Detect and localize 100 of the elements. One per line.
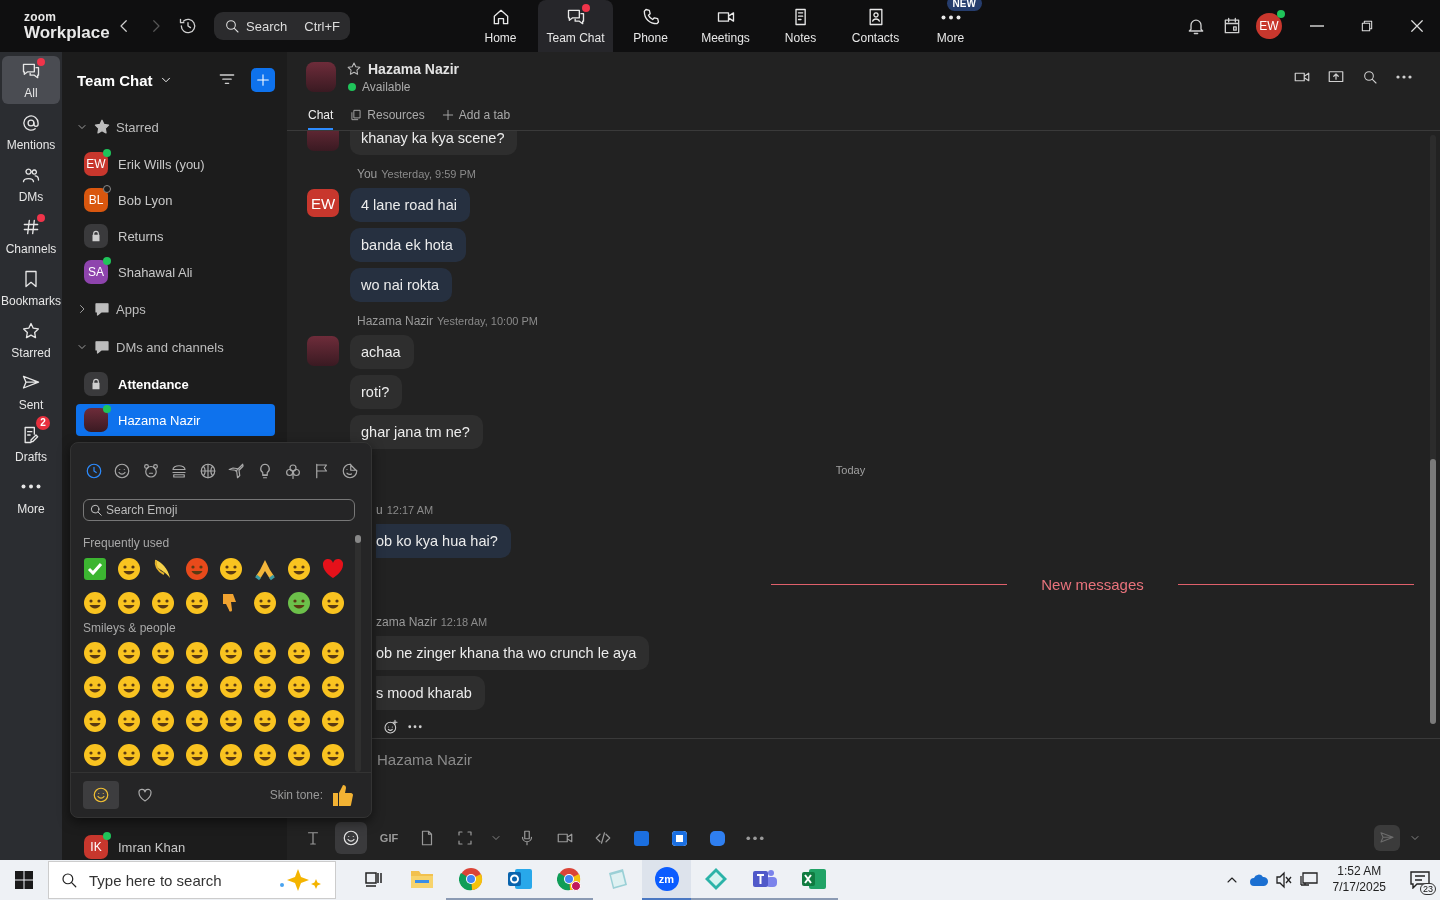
smiley-face-icon[interactable] bbox=[83, 675, 107, 699]
chat-app-icon bbox=[709, 830, 725, 846]
notifications-button[interactable]: 23 bbox=[1400, 860, 1440, 900]
sidebar-item[interactable]: Starred bbox=[2, 316, 60, 364]
smiley-face-icon[interactable] bbox=[185, 675, 209, 699]
scrollbar[interactable] bbox=[355, 535, 361, 772]
thumbs-up-icon[interactable] bbox=[331, 783, 353, 807]
section-header[interactable]: DMs and channels bbox=[76, 328, 275, 366]
avatar: IK bbox=[84, 835, 108, 859]
smiley-face-icon[interactable] bbox=[321, 743, 345, 767]
smiley-face-icon[interactable] bbox=[253, 641, 277, 665]
smiley-face-icon[interactable] bbox=[151, 675, 175, 699]
sidebar-item[interactable]: Bookmarks bbox=[2, 264, 60, 312]
gif-button[interactable]: GIF bbox=[373, 822, 405, 854]
smiley-face-icon[interactable] bbox=[151, 709, 175, 733]
star-button[interactable] bbox=[346, 60, 362, 77]
smiley-face-icon[interactable] bbox=[117, 641, 141, 665]
smiley-face-icon[interactable] bbox=[219, 743, 243, 767]
send-button[interactable] bbox=[1374, 825, 1400, 851]
smiley-face-icon[interactable] bbox=[321, 675, 345, 699]
nav-tab[interactable]: NEW More bbox=[913, 0, 988, 52]
nav-tab[interactable]: Team Chat bbox=[538, 0, 613, 52]
check-mark-icon[interactable] bbox=[83, 556, 107, 581]
emoji-search-field[interactable]: Search Emoji bbox=[83, 499, 355, 521]
clock-time: 1:52 AM bbox=[1337, 864, 1382, 880]
network-icon[interactable] bbox=[1298, 871, 1319, 889]
smiley-face-icon[interactable] bbox=[83, 641, 107, 665]
sidebar-item[interactable]: Sent bbox=[2, 368, 60, 416]
user-avatar[interactable]: EW bbox=[1256, 13, 1282, 39]
new-chat-button[interactable] bbox=[251, 68, 275, 92]
smiley-face-icon[interactable] bbox=[287, 743, 311, 767]
smiley-face-icon[interactable] bbox=[151, 590, 175, 615]
emoji-button[interactable] bbox=[335, 822, 367, 854]
section-header[interactable]: Apps bbox=[76, 290, 275, 328]
chat-list-item[interactable]: Returns bbox=[76, 220, 275, 252]
chat-tab[interactable]: Resources bbox=[349, 102, 425, 130]
smiley-face-icon[interactable] bbox=[287, 556, 311, 581]
section-header[interactable]: Starred bbox=[76, 108, 275, 146]
chat-list-item[interactable]: BL Bob Lyon bbox=[76, 184, 275, 216]
sidebar-item[interactable]: Channels bbox=[2, 212, 60, 260]
chat-list-item[interactable]: EW Erik Wills (you) bbox=[76, 148, 275, 180]
panel-title-dropdown[interactable]: Team Chat bbox=[76, 71, 173, 89]
smiley-face-icon[interactable] bbox=[219, 675, 243, 699]
smiley-face-icon[interactable] bbox=[185, 743, 209, 767]
smiley-face-icon[interactable] bbox=[253, 590, 277, 615]
search-icon bbox=[1362, 69, 1378, 85]
nav-tab[interactable]: Phone bbox=[613, 0, 688, 52]
smiley-face-icon[interactable] bbox=[185, 709, 209, 733]
taskbar-app[interactable]: zm bbox=[642, 860, 691, 900]
cloud-icon[interactable] bbox=[1248, 873, 1269, 887]
smiley-face-icon[interactable] bbox=[185, 590, 209, 615]
scrollbar[interactable] bbox=[1430, 135, 1436, 724]
smiley-face-icon[interactable] bbox=[83, 743, 107, 767]
smiley-face-icon[interactable] bbox=[219, 709, 243, 733]
message-time: 12:18 AM bbox=[440, 616, 488, 628]
smiley-face-icon[interactable] bbox=[287, 709, 311, 733]
emoji-tab[interactable] bbox=[83, 781, 119, 809]
smiley-face-icon[interactable] bbox=[253, 675, 277, 699]
sidebar-item[interactable]: All bbox=[2, 56, 60, 104]
chat-list-item[interactable]: Hazama Nazir bbox=[76, 404, 275, 436]
chat-list-item[interactable]: SA Shahawal Ali bbox=[76, 256, 275, 288]
message-input[interactable]: Hazama Nazir bbox=[375, 741, 1420, 777]
smiley-face-icon[interactable] bbox=[151, 743, 175, 767]
chat-tab[interactable]: Add a tab bbox=[440, 102, 511, 130]
nav-tab[interactable]: Meetings bbox=[688, 0, 763, 52]
smiley-face-icon[interactable] bbox=[117, 709, 141, 733]
sidebar-item[interactable]: DMs bbox=[2, 160, 60, 208]
smiley-face-icon[interactable] bbox=[117, 743, 141, 767]
sick-face-icon[interactable] bbox=[287, 590, 311, 615]
smiley-face-icon[interactable] bbox=[321, 641, 345, 665]
taskbar-clock[interactable]: 1:52 AM 7/17/2025 bbox=[1332, 864, 1386, 896]
nav-tab[interactable]: Contacts bbox=[838, 0, 913, 52]
smiley-face-icon[interactable] bbox=[287, 641, 311, 665]
sender-name: Hazama Nazir bbox=[357, 314, 434, 328]
sidebar-item[interactable]: More bbox=[2, 472, 60, 520]
speaker-muted-icon[interactable] bbox=[1274, 871, 1293, 889]
smiley-face-icon[interactable] bbox=[117, 556, 141, 581]
angry-face-icon[interactable] bbox=[185, 556, 209, 581]
smiley-face-icon[interactable] bbox=[219, 556, 243, 581]
taskbar-search-field[interactable]: Type here to search bbox=[48, 861, 336, 899]
smiley-face-icon[interactable] bbox=[321, 590, 345, 615]
smiley-face-icon[interactable] bbox=[321, 709, 345, 733]
smiley-icon bbox=[113, 462, 132, 480]
smiley-face-icon[interactable] bbox=[253, 743, 277, 767]
smiley-face-icon[interactable] bbox=[185, 641, 209, 665]
chat-list-item[interactable]: IK Imran Khan bbox=[76, 831, 275, 860]
heart-icon[interactable] bbox=[321, 556, 345, 581]
smiley-face-icon[interactable] bbox=[117, 590, 141, 615]
smiley-face-icon[interactable] bbox=[117, 675, 141, 699]
smiley-face-icon[interactable] bbox=[219, 641, 243, 665]
smiley-face-icon[interactable] bbox=[83, 709, 107, 733]
chat-list-item[interactable]: Attendance bbox=[76, 368, 275, 400]
smiley-face-icon[interactable] bbox=[253, 709, 277, 733]
browser-icon bbox=[556, 867, 581, 891]
nav-tab[interactable]: Home bbox=[463, 0, 538, 52]
smiley-face-icon[interactable] bbox=[151, 641, 175, 665]
smiley-face-icon[interactable] bbox=[287, 675, 311, 699]
nav-tab[interactable]: Notes bbox=[763, 0, 838, 52]
sidebar-item[interactable]: Mentions bbox=[2, 108, 60, 156]
smiley-face-icon[interactable] bbox=[83, 590, 107, 615]
